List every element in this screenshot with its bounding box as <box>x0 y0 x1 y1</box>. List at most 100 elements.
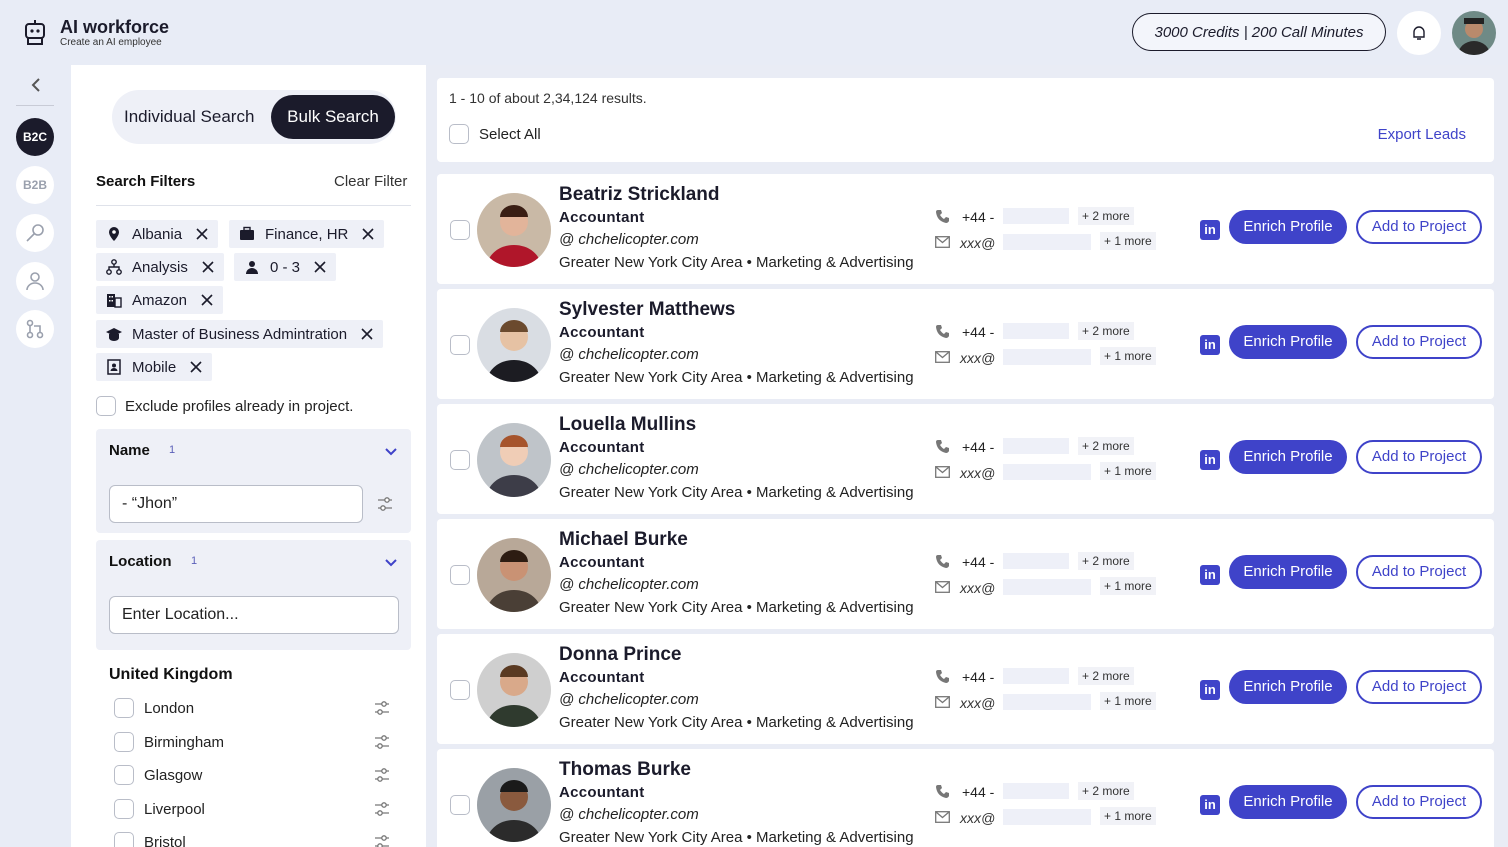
result-checkbox[interactable] <box>450 335 470 355</box>
add-to-project-button[interactable]: Add to Project <box>1356 785 1482 819</box>
exclude-checkbox[interactable] <box>96 396 116 416</box>
city-option-glasgow[interactable]: Glasgow <box>114 765 202 785</box>
chip-label: Master of Business Admintration <box>132 325 348 343</box>
sliders-icon[interactable] <box>373 833 391 847</box>
phone-icon <box>936 785 949 798</box>
brand[interactable]: AI workforce Create an AI employee <box>20 17 169 48</box>
close-icon[interactable] <box>202 261 214 273</box>
result-checkbox[interactable] <box>450 450 470 470</box>
city-option-birmingham[interactable]: Birmingham <box>114 732 224 752</box>
add-to-project-button[interactable]: Add to Project <box>1356 440 1482 474</box>
enrich-profile-button[interactable]: Enrich Profile <box>1229 440 1347 474</box>
linkedin-icon[interactable]: in <box>1200 220 1220 240</box>
result-checkbox[interactable] <box>450 680 470 700</box>
close-icon[interactable] <box>201 294 213 306</box>
profile-photo <box>477 308 551 382</box>
tab-bulk-search[interactable]: Bulk Search <box>271 95 395 139</box>
linkedin-icon[interactable]: in <box>1200 335 1220 355</box>
email-more-badge[interactable]: + 1 more <box>1100 462 1156 480</box>
email-more-badge[interactable]: + 1 more <box>1100 577 1156 595</box>
close-icon[interactable] <box>190 361 202 373</box>
email-prefix: xxx@ <box>960 580 996 596</box>
city-checkbox[interactable] <box>114 832 134 847</box>
phone-more-badge[interactable]: + 2 more <box>1078 667 1134 685</box>
chevron-down-icon[interactable] <box>383 554 399 570</box>
notifications-button[interactable] <box>1397 11 1441 55</box>
person-name[interactable]: Louella Mullins <box>559 414 696 436</box>
name-section-title[interactable]: Name <box>109 442 150 459</box>
person-location: Greater New York City Area • Marketing &… <box>559 369 914 386</box>
email-more-badge[interactable]: + 1 more <box>1100 807 1156 825</box>
email-more-badge[interactable]: + 1 more <box>1100 232 1156 250</box>
exclude-profiles-option[interactable]: Exclude profiles already in project. <box>96 396 353 416</box>
enrich-profile-button[interactable]: Enrich Profile <box>1229 785 1347 819</box>
enrich-profile-button[interactable]: Enrich Profile <box>1229 555 1347 589</box>
city-checkbox[interactable] <box>114 732 134 752</box>
close-icon[interactable] <box>196 228 208 240</box>
location-input[interactable] <box>109 596 399 634</box>
sliders-icon[interactable] <box>373 800 391 818</box>
person-title: Accountant <box>559 209 645 226</box>
city-option-bristol[interactable]: Bristol <box>114 832 186 847</box>
tab-individual-search[interactable]: Individual Search <box>124 95 254 139</box>
sliders-icon[interactable] <box>376 495 394 513</box>
select-all-option[interactable]: Select All <box>449 124 541 144</box>
phone-more-badge[interactable]: + 2 more <box>1078 207 1134 225</box>
linkedin-icon[interactable]: in <box>1200 450 1220 470</box>
chip-label: 0 - 3 <box>270 258 301 276</box>
location-section-title[interactable]: Location <box>109 553 172 570</box>
sliders-icon[interactable] <box>373 733 391 751</box>
enrich-profile-button[interactable]: Enrich Profile <box>1229 210 1347 244</box>
phone-more-badge[interactable]: + 2 more <box>1078 782 1134 800</box>
city-option-liverpool[interactable]: Liverpool <box>114 799 205 819</box>
add-to-project-button[interactable]: Add to Project <box>1356 210 1482 244</box>
email-more-badge[interactable]: + 1 more <box>1100 347 1156 365</box>
credits-badge[interactable]: 3000 Credits | 200 Call Minutes <box>1132 13 1386 51</box>
mail-icon <box>935 811 950 823</box>
person-name[interactable]: Michael Burke <box>559 529 688 551</box>
rail-b2c-button[interactable]: B2C <box>16 118 54 156</box>
sliders-icon[interactable] <box>373 699 391 717</box>
add-to-project-button[interactable]: Add to Project <box>1356 670 1482 704</box>
phone-more-badge[interactable]: + 2 more <box>1078 437 1134 455</box>
mail-icon <box>935 466 950 478</box>
person-name[interactable]: Donna Prince <box>559 644 681 666</box>
user-avatar[interactable] <box>1452 11 1496 55</box>
city-checkbox[interactable] <box>114 799 134 819</box>
city-option-london[interactable]: London <box>114 698 194 718</box>
city-checkbox[interactable] <box>114 698 134 718</box>
city-checkbox[interactable] <box>114 765 134 785</box>
result-checkbox[interactable] <box>450 795 470 815</box>
person-name[interactable]: Beatriz Strickland <box>559 184 720 206</box>
phone-more-badge[interactable]: + 2 more <box>1078 552 1134 570</box>
profile-photo-image <box>477 193 551 267</box>
result-checkbox[interactable] <box>450 220 470 240</box>
rail-flow-button[interactable] <box>16 310 54 348</box>
rail-link-button[interactable] <box>16 214 54 252</box>
chevron-left-icon[interactable] <box>26 75 46 95</box>
email-more-badge[interactable]: + 1 more <box>1100 692 1156 710</box>
add-to-project-button[interactable]: Add to Project <box>1356 555 1482 589</box>
close-icon[interactable] <box>314 261 326 273</box>
export-leads-link[interactable]: Export Leads <box>1378 126 1466 143</box>
person-name[interactable]: Sylvester Matthews <box>559 299 735 321</box>
enrich-profile-button[interactable]: Enrich Profile <box>1229 670 1347 704</box>
close-icon[interactable] <box>362 228 374 240</box>
chevron-down-icon[interactable] <box>383 443 399 459</box>
add-to-project-button[interactable]: Add to Project <box>1356 325 1482 359</box>
linkedin-icon[interactable]: in <box>1200 565 1220 585</box>
select-all-checkbox[interactable] <box>449 124 469 144</box>
sliders-icon[interactable] <box>373 766 391 784</box>
phone-masked-value <box>1003 323 1069 339</box>
linkedin-icon[interactable]: in <box>1200 680 1220 700</box>
rail-b2b-button[interactable]: B2B <box>16 166 54 204</box>
close-icon[interactable] <box>361 328 373 340</box>
linkedin-icon[interactable]: in <box>1200 795 1220 815</box>
clear-filter-button[interactable]: Clear Filter <box>334 173 407 190</box>
person-name[interactable]: Thomas Burke <box>559 759 691 781</box>
enrich-profile-button[interactable]: Enrich Profile <box>1229 325 1347 359</box>
rail-agent-button[interactable] <box>16 262 54 300</box>
phone-more-badge[interactable]: + 2 more <box>1078 322 1134 340</box>
name-field[interactable]: - “Jhon” <box>109 485 363 523</box>
result-checkbox[interactable] <box>450 565 470 585</box>
